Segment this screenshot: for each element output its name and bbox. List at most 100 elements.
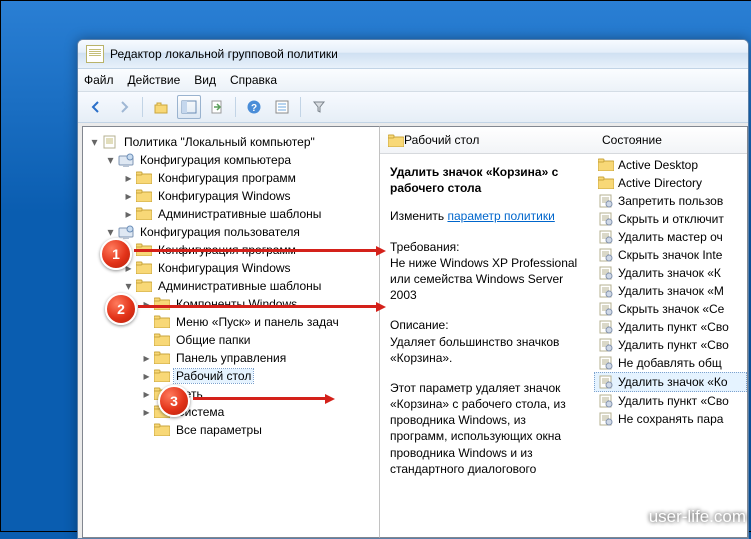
tree-item[interactable]: ▸Конфигурация программ — [87, 169, 375, 187]
annotation-badge: 3 — [158, 385, 190, 417]
expand-icon[interactable]: ▸ — [123, 191, 134, 202]
list-item-label: Скрыть и отключит — [618, 212, 724, 226]
list-item[interactable]: Удалить мастер оч — [594, 228, 747, 246]
toolbar: ? — [78, 92, 748, 123]
tree-label: Административные шаблоны — [156, 279, 323, 293]
expand-icon[interactable]: ▸ — [141, 389, 152, 400]
list-item[interactable]: Удалить значок «Ко — [594, 372, 747, 392]
policy-icon — [598, 284, 614, 298]
expand-icon[interactable]: ▸ — [141, 407, 152, 418]
expand-icon[interactable]: ▸ — [141, 371, 152, 382]
list-item[interactable]: Active Desktop — [594, 156, 747, 174]
window-titlebar[interactable]: Редактор локальной групповой политики — [78, 40, 748, 69]
watermark: user-life.com — [649, 507, 746, 527]
detail-heading: Рабочий стол — [380, 127, 594, 154]
navigation-tree[interactable]: ▾Политика "Локальный компьютер"▾Конфигур… — [82, 126, 380, 538]
expand-icon[interactable] — [141, 335, 152, 346]
expand-icon[interactable] — [141, 425, 152, 436]
menu-help[interactable]: Справка — [230, 73, 277, 87]
tree-item[interactable]: ▸Конфигурация Windows — [87, 187, 375, 205]
list-item[interactable]: Запретить пользов — [594, 192, 747, 210]
tree-item[interactable]: ▸Система — [87, 403, 375, 421]
list-item[interactable]: Скрыть значок «Се — [594, 300, 747, 318]
list-item-label: Active Desktop — [618, 158, 698, 172]
menu-view[interactable]: Вид — [194, 73, 216, 87]
policy-icon — [598, 320, 614, 334]
list-item[interactable]: Не добавлять общ — [594, 354, 747, 372]
list-item[interactable]: Не сохранять пара — [594, 410, 747, 428]
export-icon[interactable] — [205, 95, 229, 119]
annotation-line — [138, 305, 376, 308]
list-item-label: Active Directory — [618, 176, 702, 190]
state-list[interactable]: Active Desktop Active Directory Запретить … — [594, 154, 747, 430]
list-item-label: Скрыть значок «Се — [618, 302, 724, 316]
list-item-label: Не добавлять общ — [618, 356, 722, 370]
policy-icon — [598, 375, 614, 389]
folder-icon — [154, 351, 170, 365]
menu-action[interactable]: Действие — [128, 73, 181, 87]
expand-icon[interactable]: ▾ — [105, 227, 116, 238]
show-tree-icon[interactable] — [177, 95, 201, 119]
expand-icon[interactable]: ▸ — [123, 173, 134, 184]
list-item[interactable]: Скрыть значок Inte — [594, 246, 747, 264]
edit-policy-link[interactable]: параметр политики — [447, 209, 554, 223]
folder-icon — [136, 189, 152, 203]
tree-label: Административные шаблоны — [156, 207, 323, 221]
back-icon[interactable] — [84, 95, 108, 119]
expand-icon[interactable] — [141, 317, 152, 328]
list-item-label: Не сохранять пара — [618, 412, 723, 426]
expand-icon[interactable]: ▸ — [141, 353, 152, 364]
forward-icon[interactable] — [112, 95, 136, 119]
policy-icon — [598, 212, 614, 226]
list-item[interactable]: Удалить пункт «Сво — [594, 392, 747, 410]
tree-item[interactable]: ▸Конфигурация Windows — [87, 259, 375, 277]
expand-icon[interactable]: ▸ — [123, 209, 134, 220]
list-item[interactable]: Удалить пункт «Сво — [594, 336, 747, 354]
tree-label: Конфигурация компьютера — [138, 153, 293, 167]
filter-icon[interactable] — [307, 95, 331, 119]
help-icon[interactable]: ? — [242, 95, 266, 119]
folder-icon — [136, 279, 152, 293]
expand-icon[interactable]: ▾ — [89, 137, 100, 148]
menu-file[interactable]: Файл — [84, 73, 114, 87]
tree-root[interactable]: ▾ Политика "Локальный компьютер" — [87, 133, 375, 151]
config-icon — [118, 153, 134, 167]
properties-icon[interactable] — [270, 95, 294, 119]
list-item[interactable]: Удалить пункт «Сво — [594, 318, 747, 336]
tree-item[interactable]: ▾ Конфигурация компьютера — [87, 151, 375, 169]
list-item[interactable]: Active Directory — [594, 174, 747, 192]
state-header[interactable]: Состояние — [594, 127, 747, 154]
list-item[interactable]: Удалить значок «К — [594, 264, 747, 282]
tree-item[interactable]: ▾Конфигурация пользователя — [87, 223, 375, 241]
tree-label: Политика "Локальный компьютер" — [122, 135, 317, 149]
list-item-label: Удалить пункт «Сво — [618, 320, 729, 334]
toolbar-separator — [142, 97, 143, 117]
tree-item[interactable]: ▸ Рабочий стол — [87, 367, 375, 385]
folder-icon — [136, 171, 152, 185]
tree-item[interactable]: ▸ Панель управления — [87, 349, 375, 367]
detail-heading-text: Рабочий стол — [404, 133, 479, 147]
expand-icon[interactable]: ▾ — [123, 281, 134, 292]
tree-item[interactable]: ▸ Административные шаблоны — [87, 205, 375, 223]
list-item-label: Удалить значок «К — [618, 266, 721, 280]
folder-icon — [154, 315, 170, 329]
folder-icon — [598, 158, 614, 172]
policy-icon — [598, 412, 614, 426]
list-item[interactable]: Скрыть и отключит — [594, 210, 747, 228]
up-icon[interactable] — [149, 95, 173, 119]
description-label: Описание: — [390, 317, 584, 333]
tree-label: Рабочий стол — [174, 369, 253, 383]
tree-item[interactable]: ▾ Административные шаблоны — [87, 277, 375, 295]
gpedit-window: Редактор локальной групповой политики Фа… — [77, 39, 749, 539]
tree-item[interactable]: Общие папки — [87, 331, 375, 349]
list-item[interactable]: Удалить значок «М — [594, 282, 747, 300]
expand-icon[interactable]: ▾ — [105, 155, 116, 166]
tree-label: Панель управления — [174, 351, 288, 365]
content-area: ▾Политика "Локальный компьютер"▾Конфигур… — [82, 126, 748, 538]
folder-icon — [388, 134, 404, 147]
list-item-label: Удалить мастер оч — [618, 230, 723, 244]
policy-icon — [598, 338, 614, 352]
svg-text:?: ? — [251, 103, 257, 114]
folder-icon — [136, 207, 152, 221]
tree-item[interactable]: Все параметры — [87, 421, 375, 439]
